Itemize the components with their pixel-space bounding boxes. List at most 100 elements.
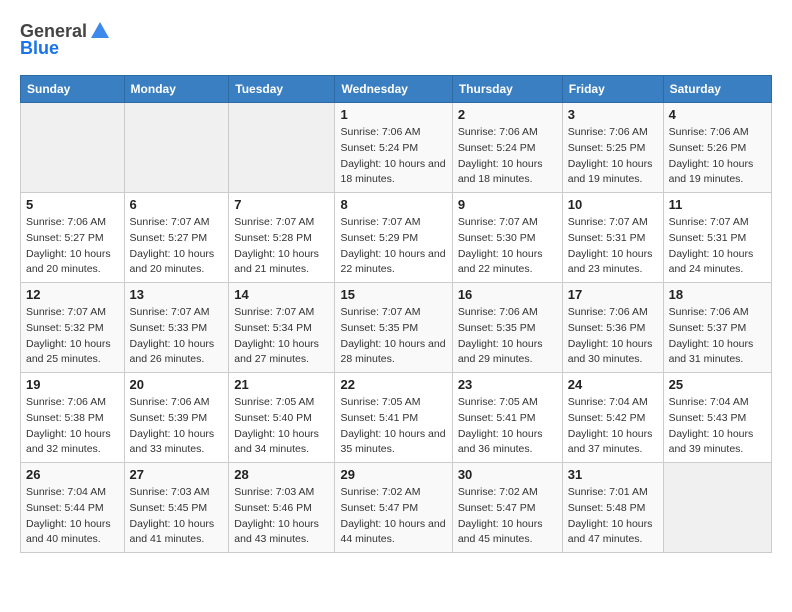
day-number: 30 xyxy=(458,467,557,482)
weekday-header-tuesday: Tuesday xyxy=(229,76,335,103)
sunrise-info: Sunrise: 7:02 AM xyxy=(458,486,538,498)
calendar-cell: 19 Sunrise: 7:06 AM Sunset: 5:38 PM Dayl… xyxy=(21,373,125,463)
weekday-header-wednesday: Wednesday xyxy=(335,76,452,103)
daylight-info: Daylight: 10 hours and 34 minutes. xyxy=(234,428,319,456)
day-number: 9 xyxy=(458,197,557,212)
day-number: 23 xyxy=(458,377,557,392)
sunset-info: Sunset: 5:41 PM xyxy=(340,412,418,424)
day-number: 31 xyxy=(568,467,658,482)
day-number: 10 xyxy=(568,197,658,212)
daylight-info: Daylight: 10 hours and 22 minutes. xyxy=(340,248,445,276)
calendar-cell: 15 Sunrise: 7:07 AM Sunset: 5:35 PM Dayl… xyxy=(335,283,452,373)
calendar-cell: 12 Sunrise: 7:07 AM Sunset: 5:32 PM Dayl… xyxy=(21,283,125,373)
sunrise-info: Sunrise: 7:07 AM xyxy=(234,306,314,318)
daylight-info: Daylight: 10 hours and 40 minutes. xyxy=(26,518,111,546)
sunset-info: Sunset: 5:48 PM xyxy=(568,502,646,514)
daylight-info: Daylight: 10 hours and 28 minutes. xyxy=(340,338,445,366)
day-number: 28 xyxy=(234,467,329,482)
sunset-info: Sunset: 5:36 PM xyxy=(568,322,646,334)
daylight-info: Daylight: 10 hours and 24 minutes. xyxy=(669,248,754,276)
calendar-cell: 5 Sunrise: 7:06 AM Sunset: 5:27 PM Dayli… xyxy=(21,193,125,283)
sunset-info: Sunset: 5:41 PM xyxy=(458,412,536,424)
day-number: 3 xyxy=(568,107,658,122)
daylight-info: Daylight: 10 hours and 44 minutes. xyxy=(340,518,445,546)
daylight-info: Daylight: 10 hours and 22 minutes. xyxy=(458,248,543,276)
sunrise-info: Sunrise: 7:06 AM xyxy=(568,306,648,318)
sunset-info: Sunset: 5:29 PM xyxy=(340,232,418,244)
day-number: 20 xyxy=(130,377,224,392)
sunset-info: Sunset: 5:42 PM xyxy=(568,412,646,424)
day-number: 12 xyxy=(26,287,119,302)
calendar-cell: 30 Sunrise: 7:02 AM Sunset: 5:47 PM Dayl… xyxy=(452,463,562,553)
weekday-header-monday: Monday xyxy=(124,76,229,103)
daylight-info: Daylight: 10 hours and 31 minutes. xyxy=(669,338,754,366)
sunrise-info: Sunrise: 7:04 AM xyxy=(669,396,749,408)
logo-icon xyxy=(89,20,111,42)
page-header: General Blue xyxy=(20,20,772,59)
sunrise-info: Sunrise: 7:03 AM xyxy=(234,486,314,498)
sunset-info: Sunset: 5:32 PM xyxy=(26,322,104,334)
day-number: 22 xyxy=(340,377,446,392)
sunrise-info: Sunrise: 7:04 AM xyxy=(568,396,648,408)
day-number: 29 xyxy=(340,467,446,482)
daylight-info: Daylight: 10 hours and 35 minutes. xyxy=(340,428,445,456)
sunrise-info: Sunrise: 7:06 AM xyxy=(340,126,420,138)
sunrise-info: Sunrise: 7:06 AM xyxy=(458,306,538,318)
day-number: 2 xyxy=(458,107,557,122)
day-number: 26 xyxy=(26,467,119,482)
sunrise-info: Sunrise: 7:07 AM xyxy=(458,216,538,228)
calendar-cell: 14 Sunrise: 7:07 AM Sunset: 5:34 PM Dayl… xyxy=(229,283,335,373)
day-number: 16 xyxy=(458,287,557,302)
calendar-cell: 27 Sunrise: 7:03 AM Sunset: 5:45 PM Dayl… xyxy=(124,463,229,553)
sunrise-info: Sunrise: 7:05 AM xyxy=(458,396,538,408)
calendar-cell: 13 Sunrise: 7:07 AM Sunset: 5:33 PM Dayl… xyxy=(124,283,229,373)
calendar-cell: 23 Sunrise: 7:05 AM Sunset: 5:41 PM Dayl… xyxy=(452,373,562,463)
sunset-info: Sunset: 5:37 PM xyxy=(669,322,747,334)
sunrise-info: Sunrise: 7:07 AM xyxy=(340,306,420,318)
day-number: 13 xyxy=(130,287,224,302)
daylight-info: Daylight: 10 hours and 41 minutes. xyxy=(130,518,215,546)
calendar-cell xyxy=(21,103,125,193)
daylight-info: Daylight: 10 hours and 36 minutes. xyxy=(458,428,543,456)
day-number: 1 xyxy=(340,107,446,122)
day-number: 7 xyxy=(234,197,329,212)
calendar-cell: 29 Sunrise: 7:02 AM Sunset: 5:47 PM Dayl… xyxy=(335,463,452,553)
day-number: 19 xyxy=(26,377,119,392)
day-number: 6 xyxy=(130,197,224,212)
sunrise-info: Sunrise: 7:06 AM xyxy=(568,126,648,138)
calendar-cell: 17 Sunrise: 7:06 AM Sunset: 5:36 PM Dayl… xyxy=(562,283,663,373)
calendar-cell: 25 Sunrise: 7:04 AM Sunset: 5:43 PM Dayl… xyxy=(663,373,771,463)
calendar-cell: 16 Sunrise: 7:06 AM Sunset: 5:35 PM Dayl… xyxy=(452,283,562,373)
daylight-info: Daylight: 10 hours and 43 minutes. xyxy=(234,518,319,546)
logo: General Blue xyxy=(20,20,111,59)
sunrise-info: Sunrise: 7:07 AM xyxy=(234,216,314,228)
daylight-info: Daylight: 10 hours and 32 minutes. xyxy=(26,428,111,456)
sunrise-info: Sunrise: 7:07 AM xyxy=(130,306,210,318)
sunset-info: Sunset: 5:30 PM xyxy=(458,232,536,244)
calendar-cell: 21 Sunrise: 7:05 AM Sunset: 5:40 PM Dayl… xyxy=(229,373,335,463)
calendar-cell: 9 Sunrise: 7:07 AM Sunset: 5:30 PM Dayli… xyxy=(452,193,562,283)
sunrise-info: Sunrise: 7:01 AM xyxy=(568,486,648,498)
weekday-header-saturday: Saturday xyxy=(663,76,771,103)
sunrise-info: Sunrise: 7:06 AM xyxy=(26,396,106,408)
sunset-info: Sunset: 5:31 PM xyxy=(568,232,646,244)
weekday-header-friday: Friday xyxy=(562,76,663,103)
daylight-info: Daylight: 10 hours and 27 minutes. xyxy=(234,338,319,366)
sunrise-info: Sunrise: 7:02 AM xyxy=(340,486,420,498)
calendar-week-5: 26 Sunrise: 7:04 AM Sunset: 5:44 PM Dayl… xyxy=(21,463,772,553)
sunset-info: Sunset: 5:34 PM xyxy=(234,322,312,334)
calendar-cell: 22 Sunrise: 7:05 AM Sunset: 5:41 PM Dayl… xyxy=(335,373,452,463)
sunset-info: Sunset: 5:43 PM xyxy=(669,412,747,424)
day-number: 18 xyxy=(669,287,766,302)
daylight-info: Daylight: 10 hours and 29 minutes. xyxy=(458,338,543,366)
sunrise-info: Sunrise: 7:06 AM xyxy=(669,126,749,138)
daylight-info: Daylight: 10 hours and 19 minutes. xyxy=(669,158,754,186)
calendar-cell: 8 Sunrise: 7:07 AM Sunset: 5:29 PM Dayli… xyxy=(335,193,452,283)
daylight-info: Daylight: 10 hours and 18 minutes. xyxy=(458,158,543,186)
day-number: 21 xyxy=(234,377,329,392)
calendar-cell xyxy=(229,103,335,193)
sunset-info: Sunset: 5:35 PM xyxy=(340,322,418,334)
calendar-cell: 4 Sunrise: 7:06 AM Sunset: 5:26 PM Dayli… xyxy=(663,103,771,193)
daylight-info: Daylight: 10 hours and 20 minutes. xyxy=(26,248,111,276)
sunrise-info: Sunrise: 7:05 AM xyxy=(340,396,420,408)
